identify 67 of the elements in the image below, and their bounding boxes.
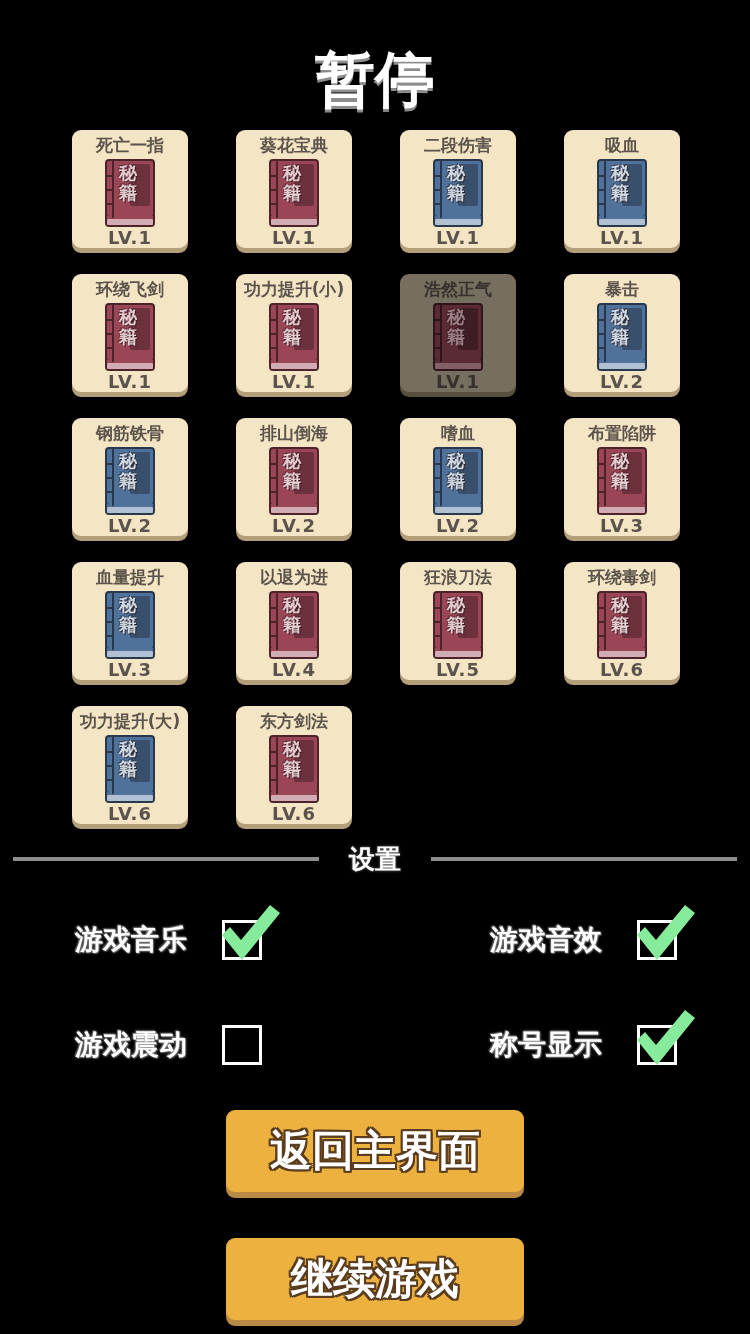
book-cover-text: 秘籍	[119, 739, 137, 779]
book-cover-text: 秘籍	[447, 595, 465, 635]
skill-name: 暴击	[605, 278, 639, 300]
skill-name: 浩然正气	[424, 278, 492, 300]
book-cover-text: 秘籍	[119, 307, 137, 347]
setting-label: 游戏音效	[490, 922, 602, 958]
skill-level: LV.1	[436, 372, 480, 392]
checkbox[interactable]	[222, 905, 280, 960]
book-cover-text: 秘籍	[611, 595, 629, 635]
skill-level: LV.6	[272, 804, 316, 824]
skill-name: 功力提升(大)	[79, 710, 181, 732]
book-cover-text: 秘籍	[447, 307, 465, 347]
book-cover-text: 秘籍	[283, 307, 301, 347]
check-icon	[637, 1010, 695, 1066]
setting-label: 称号显示	[490, 1027, 602, 1063]
skill-level: LV.3	[108, 660, 152, 680]
checkbox[interactable]	[637, 905, 695, 960]
setting-label: 游戏震动	[75, 1027, 187, 1063]
book-cover-text: 秘籍	[283, 739, 301, 779]
skill-name: 嗜血	[441, 422, 475, 444]
skill-level: LV.1	[108, 228, 152, 248]
book-cover-text: 秘籍	[447, 163, 465, 203]
skill-level: LV.1	[272, 372, 316, 392]
book-cover-text: 秘籍	[119, 595, 137, 635]
skill-level: LV.2	[272, 516, 316, 536]
book-cover-text: 秘籍	[611, 163, 629, 203]
skill-level: LV.2	[436, 516, 480, 536]
book-cover-text: 秘籍	[611, 307, 629, 347]
skill-name: 死亡一指	[96, 134, 164, 156]
skill-name: 排山倒海	[260, 422, 328, 444]
skill-level: LV.1	[436, 228, 480, 248]
skill-level: LV.2	[108, 516, 152, 536]
skill-level: LV.2	[600, 372, 644, 392]
skill-name: 环绕毒剑	[588, 566, 656, 588]
book-cover-text: 秘籍	[283, 451, 301, 491]
skill-name: 狂浪刀法	[424, 566, 492, 588]
skill-name: 二段伤害	[424, 134, 492, 156]
skill-name: 血量提升	[96, 566, 164, 588]
skill-name: 环绕飞剑	[96, 278, 164, 300]
book-cover-text: 秘籍	[283, 595, 301, 635]
skill-level: LV.1	[600, 228, 644, 248]
book-cover-text: 秘籍	[611, 451, 629, 491]
skill-name: 吸血	[605, 134, 639, 156]
book-cover-text: 秘籍	[283, 163, 301, 203]
check-icon	[637, 905, 695, 961]
book-cover-text: 秘籍	[119, 451, 137, 491]
skill-level: LV.4	[272, 660, 316, 680]
pause-title: 暂停	[315, 44, 435, 114]
book-cover-text: 秘籍	[447, 451, 465, 491]
skill-level: LV.6	[600, 660, 644, 680]
checkbox[interactable]	[637, 1010, 695, 1065]
settings-heading: 设置	[349, 844, 401, 874]
skill-name: 葵花宝典	[260, 134, 328, 156]
skill-level: LV.5	[436, 660, 480, 680]
skill-name: 东方剑法	[260, 710, 328, 732]
book-cover-text: 秘籍	[119, 163, 137, 203]
checkbox[interactable]	[222, 1025, 262, 1065]
skill-level: LV.1	[108, 372, 152, 392]
skill-level: LV.3	[600, 516, 644, 536]
check-icon	[222, 905, 280, 961]
skill-name: 以退为进	[260, 566, 328, 588]
setting-label: 游戏音乐	[75, 922, 187, 958]
skill-name: 钢筋铁骨	[96, 422, 164, 444]
skill-level: LV.6	[108, 804, 152, 824]
skill-level: LV.1	[272, 228, 316, 248]
skill-name: 布置陷阱	[588, 422, 656, 444]
skill-name: 功力提升(小)	[243, 278, 345, 300]
